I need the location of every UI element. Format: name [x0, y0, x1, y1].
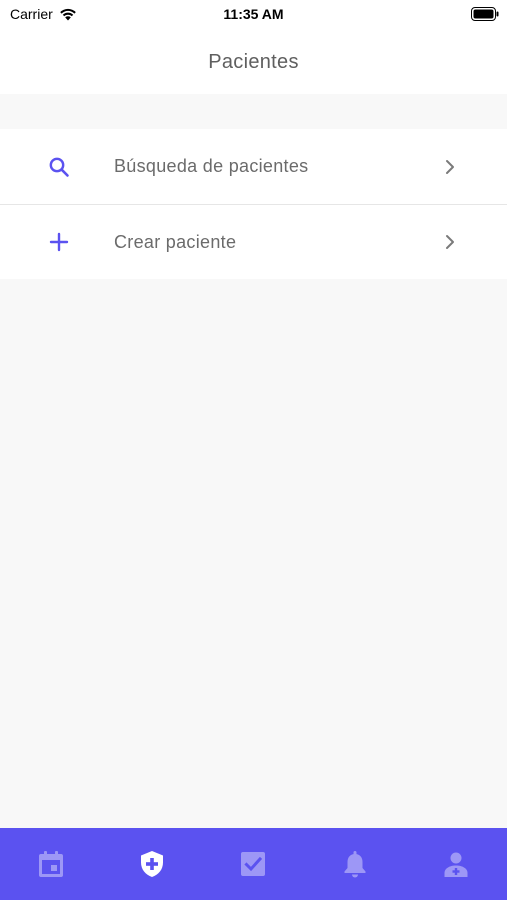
menu-item-create-patient[interactable]: Crear paciente: [0, 204, 507, 279]
menu-item-label: Búsqueda de pacientes: [114, 156, 309, 176]
chevron-right-icon: [446, 235, 454, 249]
app-screen: Carrier 11:35 AM Pacientes Búsqueda de p…: [0, 0, 507, 900]
tab-profile[interactable]: [426, 846, 486, 882]
tab-calendar[interactable]: [21, 846, 81, 882]
chevron-right-icon: [446, 159, 454, 174]
menu-item-label: Crear paciente: [114, 231, 237, 252]
page-title: Pacientes: [208, 50, 299, 73]
bottom-tab-bar: [0, 828, 507, 900]
user-plus-icon: [444, 852, 468, 877]
shield-plus-icon: [141, 851, 164, 877]
patients-menu: Búsqueda de pacientes Crear paciente: [0, 129, 507, 279]
tab-patients[interactable]: [122, 846, 182, 882]
status-bar: Carrier 11:35 AM: [0, 0, 507, 30]
status-time: 11:35 AM: [223, 6, 284, 22]
tab-tasks[interactable]: [223, 846, 283, 882]
tab-notifications[interactable]: [325, 846, 385, 882]
checkbox-icon: [241, 852, 266, 876]
navigation-header: Pacientes: [0, 30, 507, 94]
bell-icon: [344, 851, 366, 878]
battery-icon: [471, 7, 499, 21]
search-icon: [46, 154, 72, 180]
plus-icon: [46, 229, 72, 255]
menu-item-search-patients[interactable]: Búsqueda de pacientes: [0, 129, 507, 204]
calendar-icon: [38, 851, 63, 877]
